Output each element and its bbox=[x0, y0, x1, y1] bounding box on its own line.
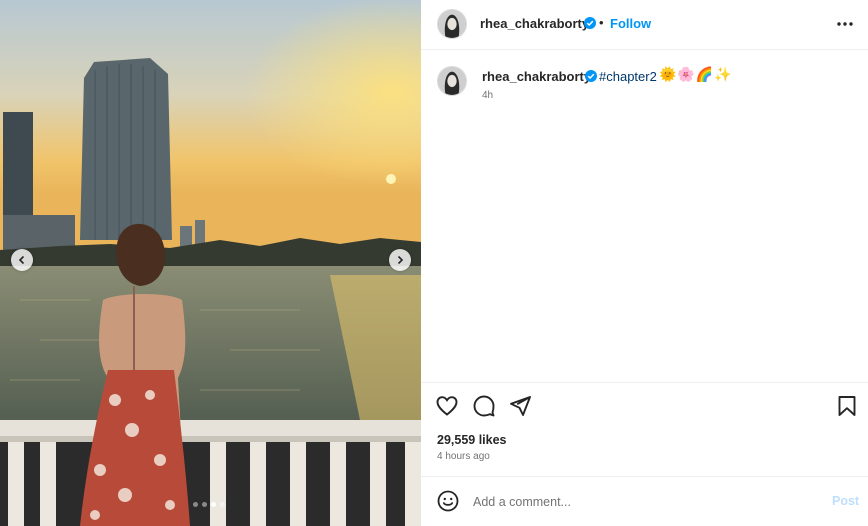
author-avatar[interactable] bbox=[437, 9, 467, 39]
caption-avatar[interactable] bbox=[437, 66, 467, 96]
carousel-indicator bbox=[193, 502, 225, 507]
verified-badge-icon bbox=[584, 17, 596, 29]
photo-image bbox=[0, 0, 421, 526]
caption-username[interactable]: rhea_chakraborty bbox=[482, 69, 591, 84]
verified-badge-icon bbox=[585, 70, 597, 82]
avatar-image bbox=[438, 67, 466, 95]
share-icon[interactable] bbox=[508, 394, 532, 418]
comment-input[interactable] bbox=[473, 492, 813, 512]
more-horizontal-icon[interactable] bbox=[835, 14, 855, 34]
header-separator: • bbox=[599, 15, 604, 30]
carousel-dot bbox=[202, 502, 207, 507]
follow-button[interactable]: Follow bbox=[610, 16, 651, 31]
post-photo[interactable] bbox=[0, 0, 421, 526]
comment-icon[interactable] bbox=[472, 394, 496, 418]
post-header: rhea_chakraborty • Follow bbox=[421, 0, 868, 50]
chevron-left-icon bbox=[18, 255, 25, 265]
carousel-dot bbox=[220, 502, 225, 507]
carousel-dot bbox=[193, 502, 198, 507]
post-details-panel: rhea_chakraborty • Follow rhea_chakrabor… bbox=[421, 0, 868, 526]
avatar-image bbox=[438, 10, 466, 38]
caption-hashtag-link[interactable]: #chapter2 bbox=[599, 69, 657, 84]
carousel-next-button[interactable] bbox=[389, 249, 411, 271]
add-comment-bar: Post bbox=[421, 476, 868, 526]
chevron-right-icon bbox=[397, 255, 404, 265]
post-actions: 29,559 likes 4 hours ago bbox=[421, 382, 868, 476]
bookmark-icon[interactable] bbox=[835, 394, 859, 418]
carousel-dot bbox=[211, 502, 216, 507]
caption-emojis: 🌞🌸🌈✨ bbox=[659, 66, 733, 82]
author-username[interactable]: rhea_chakraborty bbox=[480, 16, 589, 31]
heart-icon[interactable] bbox=[435, 394, 459, 418]
instagram-post: rhea_chakraborty • Follow rhea_chakrabor… bbox=[0, 0, 868, 526]
post-comment-button[interactable]: Post bbox=[832, 494, 859, 508]
carousel-prev-button[interactable] bbox=[11, 249, 33, 271]
caption-timestamp[interactable]: 4h bbox=[482, 90, 493, 101]
emoji-icon[interactable] bbox=[436, 489, 460, 513]
likes-count[interactable]: 29,559 likes bbox=[437, 433, 507, 447]
post-time-ago[interactable]: 4 hours ago bbox=[437, 451, 490, 462]
